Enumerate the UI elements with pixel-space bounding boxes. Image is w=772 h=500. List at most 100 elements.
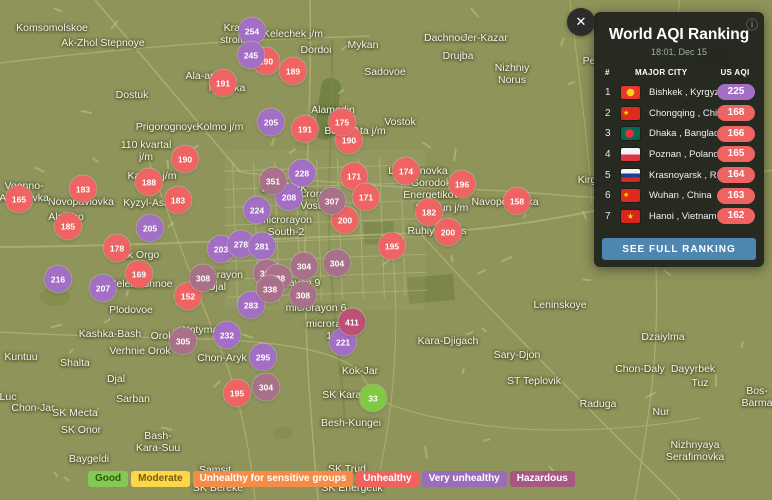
aqi-marker[interactable]: 216	[44, 265, 72, 293]
aqi-marker[interactable]: 185	[54, 212, 82, 240]
ranking-row[interactable]: 1 Bishkek , Kyrgyzstan225	[605, 82, 755, 103]
aqi-marker[interactable]: 304	[323, 249, 351, 277]
aqi-badge: 166	[717, 125, 755, 142]
map-place-label: Bash- Kara-Suu	[135, 429, 181, 454]
app-window: Komsomolskoe Ak-Zhol Stepnoye Dostuk Prigor…	[0, 0, 772, 500]
map-place-label: Besh-Kungei	[320, 416, 382, 429]
aqi-marker[interactable]: 191	[209, 69, 237, 97]
map-place-label: SK Onor	[60, 423, 102, 436]
rank-number: 7	[605, 210, 611, 222]
aqi-marker[interactable]: 224	[243, 196, 271, 224]
aqi-marker[interactable]: 171	[352, 183, 380, 211]
aqi-marker[interactable]: 232	[213, 321, 241, 349]
aqi-marker[interactable]: 175	[328, 108, 356, 136]
rank-number: 5	[605, 169, 611, 181]
aqi-marker[interactable]: 308	[289, 281, 317, 309]
aqi-marker[interactable]: 254	[238, 17, 266, 45]
aqi-marker[interactable]: 281	[248, 232, 276, 260]
aqi-badge: 168	[717, 105, 755, 122]
aqi-badge: 164	[717, 167, 755, 184]
rank-number: 6	[605, 190, 611, 202]
flag-icon-vn	[621, 209, 640, 223]
map-place-label: Chon-Aryk	[197, 351, 247, 364]
close-button[interactable]: ✕	[567, 8, 595, 36]
map-place-label: Dordoi	[300, 43, 332, 56]
legend-item: Very unhealthy	[421, 471, 507, 487]
aqi-marker[interactable]: 189	[279, 57, 307, 85]
map-place-label: Prigorognoye	[135, 120, 199, 133]
aqi-marker[interactable]: 178	[103, 234, 131, 262]
world-aqi-ranking-panel: ✕ ⓘ World AQI Ranking 18:01, Dec 15 # MA…	[567, 8, 764, 267]
aqi-marker[interactable]: 307	[318, 187, 346, 215]
aqi-marker[interactable]: 183	[69, 175, 97, 203]
map-place-label: Verhnie Orok	[109, 344, 171, 357]
map-place-label: Dayyrbek	[670, 362, 716, 375]
aqi-marker[interactable]: 305	[169, 327, 197, 355]
flag-icon-cn	[621, 189, 640, 203]
aqi-marker[interactable]: 158	[503, 187, 531, 215]
flag-icon-ru	[621, 168, 640, 182]
ranking-row[interactable]: 4 Poznan , Poland 165	[605, 144, 755, 165]
aqi-marker[interactable]: 191	[291, 115, 319, 143]
aqi-marker[interactable]: 338	[256, 275, 284, 303]
aqi-marker[interactable]: 304	[252, 373, 280, 401]
aqi-marker[interactable]: 196	[448, 170, 476, 198]
aqi-marker[interactable]: 308	[189, 264, 217, 292]
map-place-label: Kara-Djigach	[417, 334, 479, 347]
legend-item: Moderate	[131, 471, 190, 487]
ranking-row[interactable]: 6 Wuhan , China 163	[605, 185, 755, 206]
map-place-label: Shalta	[60, 356, 90, 369]
city-name: Chongqing , China	[649, 107, 717, 119]
legend-item: Hazardous	[509, 471, 575, 487]
aqi-marker[interactable]: 169	[125, 260, 153, 288]
map-place-label: Bos-Barma	[741, 384, 772, 409]
map-place-label: Dzaiylma	[641, 330, 685, 343]
aqi-marker[interactable]: 195	[223, 379, 251, 407]
aqi-marker[interactable]: 351	[259, 167, 287, 195]
map-place-label: Leninskoye	[533, 298, 587, 311]
ranking-row[interactable]: 3 Dhaka , Bangladesh166	[605, 123, 755, 144]
map-place-label: Vostok	[384, 115, 416, 128]
aqi-marker[interactable]: 205	[136, 214, 164, 242]
legend-item: Unhealthy	[356, 471, 419, 487]
see-full-ranking-button[interactable]: SEE FULL RANKING	[602, 238, 756, 260]
map-place-label: Mykan	[347, 38, 379, 51]
city-name: Poznan , Poland	[649, 148, 717, 160]
aqi-marker[interactable]: 228	[288, 159, 316, 187]
column-major-city: MAJOR CITY	[635, 68, 688, 77]
info-icon[interactable]: ⓘ	[746, 16, 758, 33]
flag-icon-pl	[621, 147, 640, 161]
map-place-label: Nur	[652, 405, 670, 418]
aqi-marker[interactable]: 190	[171, 145, 199, 173]
aqi-marker[interactable]: 411	[338, 308, 366, 336]
map-place-label: Sarban	[116, 392, 150, 405]
map-place-label: Ak-Zhol Stepnoye	[61, 36, 145, 49]
aqi-marker[interactable]: 183	[164, 186, 192, 214]
aqi-marker[interactable]: 205	[257, 108, 285, 136]
ranking-row[interactable]: 5 Krasnoyarsk , Russia164	[605, 165, 755, 186]
flag-icon-kg	[621, 85, 640, 99]
map-place-label: Kok-Jar	[341, 364, 379, 377]
map-place-label: SK Mecta	[52, 406, 98, 419]
aqi-marker[interactable]: 188	[135, 168, 163, 196]
map-place-label: Drujba	[442, 49, 474, 62]
aqi-marker[interactable]: 33	[359, 384, 387, 412]
aqi-marker[interactable]: 174	[392, 157, 420, 185]
map-place-label: Kelechek j/m	[262, 27, 324, 40]
aqi-marker[interactable]: 165	[5, 185, 33, 213]
panel-title: World AQI Ranking	[608, 26, 750, 43]
ranking-row[interactable]: 2 Chongqing , China168	[605, 103, 755, 124]
ranking-row[interactable]: 7 Hanoi , Vietnam162	[605, 206, 755, 227]
aqi-marker[interactable]: 195	[378, 232, 406, 260]
map-place-label: Nizhnyaya Serafimovka	[665, 438, 725, 463]
aqi-marker[interactable]: 207	[89, 274, 117, 302]
map-place-label: Kashka-Bash	[78, 327, 142, 340]
map-place-label: Djal	[106, 372, 126, 385]
map-place-label: Sary-Djon	[493, 348, 541, 361]
aqi-marker[interactable]: 304	[290, 252, 318, 280]
legend-item: Unhealthy for sensitive groups	[192, 471, 354, 487]
city-name: Wuhan , China	[649, 190, 712, 202]
aqi-marker[interactable]: 245	[237, 41, 265, 69]
aqi-marker[interactable]: 200	[434, 218, 462, 246]
aqi-marker[interactable]: 295	[249, 343, 277, 371]
